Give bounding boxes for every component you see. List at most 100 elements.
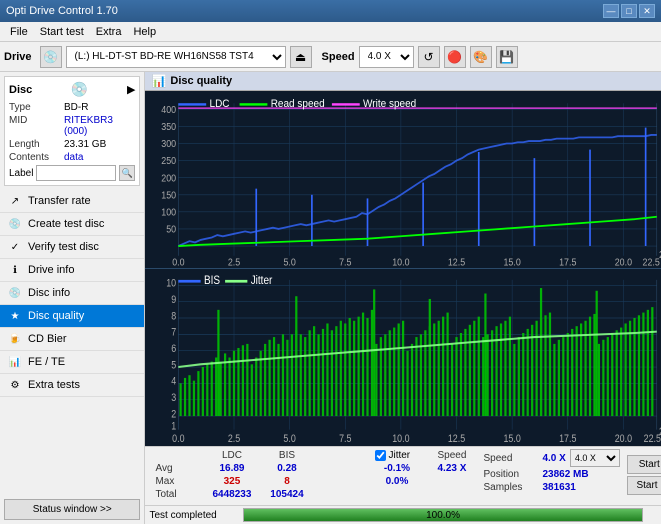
sidebar-item-verify-test-disc[interactable]: ✓ Verify test disc	[0, 236, 144, 259]
sidebar-item-cd-bier[interactable]: 🍺 CD Bier	[0, 328, 144, 351]
svg-text:0.0: 0.0	[173, 433, 186, 445]
disc-mid-row: MID RITEKBR3 (000)	[9, 115, 135, 137]
disc-mid-value: RITEKBR3 (000)	[64, 115, 135, 137]
svg-text:200: 200	[162, 173, 177, 183]
disc-label-input[interactable]	[36, 165, 116, 181]
menu-file[interactable]: File	[4, 24, 34, 40]
svg-text:Jitter: Jitter	[251, 274, 273, 287]
avg-bis: 0.28	[259, 462, 314, 475]
svg-text:10.0: 10.0	[393, 433, 411, 445]
drive-select[interactable]: (L:) HL-DT-ST BD-RE WH16NS58 TST4	[66, 46, 286, 68]
progress-bar: 100.0%	[243, 508, 642, 522]
progress-percent: 100.0%	[244, 509, 641, 523]
total-label: Total	[149, 488, 204, 501]
max-label: Max	[149, 475, 204, 488]
cd-bier-icon: 🍺	[8, 332, 22, 346]
disc-info-icon: 💿	[8, 286, 22, 300]
refresh-button[interactable]: ↺	[418, 46, 440, 68]
disc-label-button[interactable]: 🔍	[119, 165, 135, 181]
speed-display-value: 4.0 X	[542, 453, 565, 464]
drive-info-icon: ℹ	[8, 263, 22, 277]
svg-text:Read speed: Read speed	[271, 97, 325, 110]
position-label: Position	[483, 469, 538, 480]
maximize-button[interactable]: □	[621, 4, 637, 18]
svg-text:400: 400	[162, 105, 177, 115]
sidebar-item-extra-tests[interactable]: ⚙ Extra tests	[0, 374, 144, 397]
extra-tests-icon: ⚙	[8, 378, 22, 392]
progress-label: Test completed	[149, 510, 239, 521]
sidebar-item-fe-te-label: FE / TE	[28, 356, 65, 368]
sidebar-item-transfer-rate-label: Transfer rate	[28, 195, 91, 207]
samples-row: Samples 381631	[483, 482, 623, 493]
bis-header: BIS	[259, 449, 314, 462]
svg-text:5.0: 5.0	[284, 257, 296, 267]
jitter-checkbox[interactable]	[375, 450, 386, 461]
start-part-button[interactable]: Start part	[627, 476, 661, 495]
sidebar-item-disc-info[interactable]: 💿 Disc info	[0, 282, 144, 305]
chart-bis-svg: 10 9 8 7 6 5 4 3 2 1 10% 8% 6% 4% 2%	[145, 269, 661, 446]
ldc-header: LDC	[204, 449, 259, 462]
sidebar-item-disc-quality[interactable]: ★ Disc quality	[0, 305, 144, 328]
verify-test-disc-icon: ✓	[8, 240, 22, 254]
speed-display-select[interactable]: 4.0 X	[570, 449, 620, 467]
speed-display-row: Speed 4.0 X 4.0 X	[483, 449, 623, 467]
svg-text:300: 300	[162, 139, 177, 149]
eject-button[interactable]: ⏏	[290, 46, 312, 68]
svg-text:150: 150	[162, 190, 177, 200]
disc-panel: Disc 💿 ▶ Type BD-R MID RITEKBR3 (000) Le…	[4, 76, 140, 186]
menu-start-test[interactable]: Start test	[34, 24, 90, 40]
minimize-button[interactable]: —	[603, 4, 619, 18]
chart-header: 📊 Disc quality	[145, 72, 661, 91]
status-window-button[interactable]: Status window >>	[4, 499, 140, 520]
action-buttons: Start full Start part	[627, 449, 661, 501]
svg-text:LDC: LDC	[210, 97, 230, 110]
disc-panel-expand-icon[interactable]: ▶	[127, 83, 135, 96]
samples-label: Samples	[483, 482, 538, 493]
disc-length-label: Length	[9, 139, 64, 150]
right-stats: Speed 4.0 X 4.0 X Position 23862 MB Samp…	[483, 449, 623, 501]
config-button[interactable]: 🎨	[470, 46, 492, 68]
svg-text:7.5: 7.5	[340, 257, 352, 267]
sidebar-item-create-test-disc[interactable]: 💿 Create test disc	[0, 213, 144, 236]
svg-text:50: 50	[167, 224, 177, 234]
disc-header: Disc 💿 ▶	[9, 81, 135, 98]
max-bis: 8	[259, 475, 314, 488]
disc-contents-row: Contents data	[9, 152, 135, 163]
menu-help[interactable]: Help	[127, 24, 162, 40]
avg-label: Avg	[149, 462, 204, 475]
sidebar-item-drive-info[interactable]: ℹ Drive info	[0, 259, 144, 282]
total-ldc: 6448233	[204, 488, 259, 501]
transfer-rate-icon: ↗	[8, 194, 22, 208]
avg-jitter: -0.1%	[369, 462, 424, 475]
sidebar-item-fe-te[interactable]: 📊 FE / TE	[0, 351, 144, 374]
max-jitter: 0.0%	[369, 475, 424, 488]
disc-panel-icon: 💿	[71, 81, 88, 98]
sidebar-item-transfer-rate[interactable]: ↗ Transfer rate	[0, 190, 144, 213]
jitter-label: Jitter	[388, 450, 410, 461]
close-button[interactable]: ✕	[639, 4, 655, 18]
svg-text:5.0: 5.0	[284, 433, 297, 445]
svg-text:15.0: 15.0	[504, 433, 522, 445]
svg-text:3: 3	[172, 392, 177, 404]
svg-text:0.0: 0.0	[173, 257, 185, 267]
speed-select[interactable]: 4.0 X 1.0 X 2.0 X 8.0 X	[359, 46, 414, 68]
svg-text:7.5: 7.5	[340, 433, 353, 445]
save-button[interactable]: 💾	[496, 46, 518, 68]
disc-label-label: Label	[9, 168, 33, 179]
svg-text:9: 9	[172, 294, 177, 306]
content-area: 📊 Disc quality	[145, 72, 661, 524]
svg-text:15.0: 15.0	[504, 257, 521, 267]
toolbar: Drive 💿 (L:) HL-DT-ST BD-RE WH16NS58 TST…	[0, 42, 661, 72]
max-ldc: 325	[204, 475, 259, 488]
drive-icon-button[interactable]: 💿	[40, 46, 62, 68]
svg-text:2: 2	[172, 409, 177, 421]
svg-text:5: 5	[172, 360, 177, 372]
progress-time: 31:20	[647, 510, 661, 521]
start-full-button[interactable]: Start full	[627, 455, 661, 474]
svg-text:250: 250	[162, 156, 177, 166]
chart-ldc: 400 350 300 250 200 150 100 50 18X 16X 1…	[145, 91, 661, 269]
burn-button[interactable]: 🔴	[444, 46, 466, 68]
window-controls: — □ ✕	[603, 4, 655, 18]
menu-extra[interactable]: Extra	[90, 24, 128, 40]
svg-text:10.0: 10.0	[393, 257, 410, 267]
